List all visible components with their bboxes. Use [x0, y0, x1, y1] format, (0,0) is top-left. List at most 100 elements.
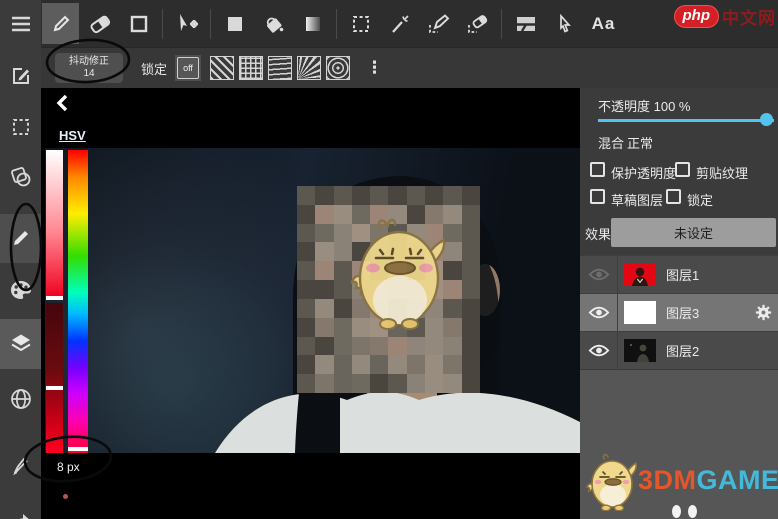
- color-sample-dot: [63, 494, 68, 499]
- sidebar-new-edit-button[interactable]: [0, 54, 41, 98]
- tone-off-button[interactable]: off: [175, 55, 202, 81]
- draft-layer-checkbox[interactable]: [590, 189, 605, 204]
- tone-horizontal-lines-button[interactable]: [267, 56, 292, 80]
- split-layout-icon: [516, 16, 535, 32]
- mosaic-cell: [315, 204, 334, 224]
- eye-icon: [588, 306, 609, 319]
- split-view-button[interactable]: [507, 3, 544, 44]
- value-bar[interactable]: [46, 303, 63, 453]
- opacity-slider[interactable]: [598, 119, 774, 122]
- mosaic-cell: [333, 186, 352, 205]
- magic-wand-tool-button[interactable]: [381, 3, 418, 44]
- toolbar-divider: [210, 8, 211, 39]
- tone-diagonal-stripes-button[interactable]: [209, 56, 234, 80]
- more-menu-button[interactable]: ⋮: [366, 58, 383, 78]
- sidebar-rotate-canvas-button[interactable]: [0, 155, 41, 199]
- mosaic-cell: [333, 336, 352, 356]
- mosaic-cell: [315, 242, 334, 262]
- mosaic-cell: [388, 186, 407, 205]
- toolbar-divider: [162, 8, 163, 39]
- mosaic-cell: [461, 223, 480, 243]
- mosaic-cell: [315, 355, 334, 375]
- mosaic-cell: [297, 223, 316, 243]
- mosaic-cell: [370, 186, 389, 205]
- blend-label: 混合: [598, 136, 625, 151]
- sidebar-brush-button[interactable]: [0, 443, 41, 487]
- effect-label: 效果: [585, 227, 612, 242]
- sidebar-menu-button[interactable]: [0, 2, 41, 46]
- tone-grid-button[interactable]: [238, 56, 263, 80]
- lock-label: 锁定: [141, 61, 168, 77]
- mosaic-cell: [297, 204, 316, 224]
- mosaic-cell: [388, 355, 407, 375]
- hsv-mode-label[interactable]: HSV: [59, 128, 86, 143]
- saturation-handle[interactable]: [46, 296, 63, 300]
- drawing-canvas[interactable]: HSV 8 px: [41, 88, 580, 519]
- mosaic-cell: [315, 280, 334, 299]
- brush-icon: [12, 457, 28, 476]
- fill-rect-tool-button[interactable]: [216, 3, 253, 44]
- layer-row-2[interactable]: 图层2: [580, 331, 778, 370]
- text-tool-button[interactable]: Aa: [585, 3, 622, 44]
- sidebar-share-button[interactable]: [0, 498, 41, 519]
- mosaic-cell: [297, 242, 316, 262]
- layer-settings-gear-icon[interactable]: [755, 304, 772, 321]
- tone-concentric-circles-button[interactable]: [325, 56, 350, 80]
- select-pen-tool-button[interactable]: [420, 3, 457, 44]
- back-button[interactable]: [55, 94, 69, 112]
- mosaic-cell: [461, 261, 480, 281]
- protect-alpha-checkbox[interactable]: [590, 162, 605, 177]
- layer-row-3[interactable]: 图层3: [580, 293, 778, 332]
- layers-icon: [10, 334, 31, 352]
- lock-layer-checkbox[interactable]: [666, 189, 681, 204]
- mosaic-cell: [351, 186, 371, 205]
- effect-select-button[interactable]: 未设定: [611, 218, 776, 247]
- mosaic-cell: [351, 336, 371, 356]
- opacity-slider-handle[interactable]: [760, 113, 773, 126]
- shape-rect-tool-button[interactable]: [120, 3, 157, 44]
- pen-tool-button[interactable]: [42, 3, 79, 44]
- sidebar-layers-button[interactable]: [0, 321, 41, 365]
- sidebar-web-button[interactable]: [0, 377, 41, 421]
- hue-handle[interactable]: [68, 447, 88, 451]
- cursor-tool-button[interactable]: [546, 3, 583, 44]
- row-divider: [617, 331, 618, 370]
- tone-radial-rays-button[interactable]: [296, 56, 321, 80]
- sidebar-select-button[interactable]: [0, 105, 41, 149]
- layer1-visibility-toggle[interactable]: [580, 267, 617, 282]
- layer2-visibility-toggle[interactable]: [580, 343, 617, 358]
- move-cursor-icon: [179, 13, 198, 31]
- new-edit-icon: [12, 68, 29, 84]
- gradient-tool-button[interactable]: [294, 3, 331, 44]
- site-logo: php 中文网: [673, 4, 777, 29]
- hue-bar[interactable]: [68, 150, 88, 453]
- eye-icon: [588, 268, 609, 281]
- layer3-thumbnail: [624, 301, 656, 324]
- mosaic-cell: [351, 355, 371, 375]
- mosaic-cell: [315, 374, 334, 393]
- value-handle[interactable]: [46, 386, 63, 390]
- clipping-checkbox[interactable]: [675, 162, 690, 177]
- gradient-square-icon: [305, 16, 320, 31]
- stabilizer-button[interactable]: 抖动修正 14: [55, 53, 123, 83]
- select-rect-tool-button[interactable]: [342, 3, 379, 44]
- saturation-bar[interactable]: [46, 150, 63, 300]
- mosaic-cell: [388, 336, 407, 356]
- mosaic-cell: [315, 317, 334, 337]
- layer-row-1[interactable]: 图层1: [580, 255, 778, 294]
- select-eraser-tool-button[interactable]: [459, 3, 496, 44]
- sidebar-pen-button[interactable]: [0, 216, 41, 260]
- mosaic-cell: [461, 242, 480, 262]
- eraser-tool-button[interactable]: [81, 3, 118, 44]
- marquee-icon: [12, 119, 29, 135]
- blend-mode-select[interactable]: 正常: [627, 133, 653, 152]
- rectangle-icon: [130, 15, 147, 32]
- bucket-tool-button[interactable]: [255, 3, 292, 44]
- clipping-label: 剪贴纹理: [696, 166, 749, 181]
- layer1-thumbnail: [624, 263, 656, 286]
- layer3-visibility-toggle[interactable]: [580, 305, 617, 320]
- paint-bucket-icon: [266, 17, 283, 33]
- sidebar-palette-button[interactable]: [0, 268, 41, 312]
- move-tool-button[interactable]: [168, 3, 205, 44]
- mosaic-cell: [461, 374, 480, 393]
